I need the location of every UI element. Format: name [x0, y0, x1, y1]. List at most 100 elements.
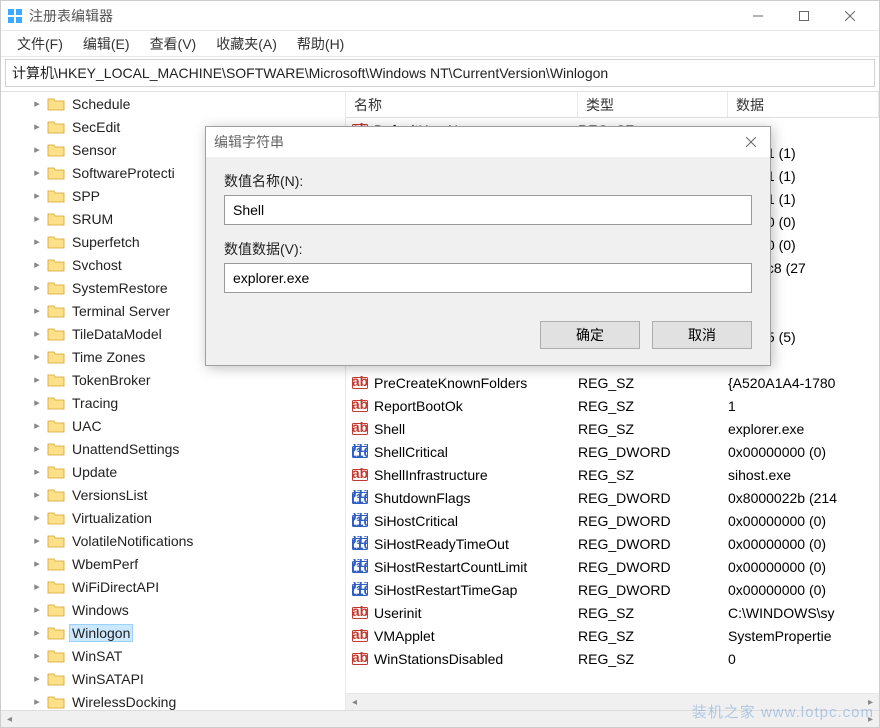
tree-item[interactable]: ▸Tracing	[1, 391, 345, 414]
chevron-right-icon[interactable]: ▸	[31, 442, 43, 455]
value-name: SiHostRestartCountLimit	[374, 559, 527, 575]
chevron-right-icon[interactable]: ▸	[31, 672, 43, 685]
tree-item[interactable]: ▸WinSAT	[1, 644, 345, 667]
menu-favorites[interactable]: 收藏夹(A)	[206, 32, 287, 56]
horizontal-scrollbar[interactable]: ◂ ▸	[346, 693, 879, 710]
value-type: REG_SZ	[578, 421, 634, 437]
dialog-body: 数值名称(N): 数值数据(V):	[206, 157, 770, 309]
scroll-right-icon[interactable]: ▸	[862, 694, 879, 710]
cancel-button[interactable]: 取消	[652, 321, 752, 349]
chevron-right-icon[interactable]: ▸	[31, 419, 43, 432]
list-row[interactable]: abVMAppletREG_SZSystemPropertie	[346, 624, 879, 647]
menubar: 文件(F) 编辑(E) 查看(V) 收藏夹(A) 帮助(H)	[1, 31, 879, 57]
chevron-right-icon[interactable]: ▸	[31, 350, 43, 363]
tree-horizontal-scrollbar[interactable]: ◂ ▸	[1, 710, 879, 727]
chevron-right-icon[interactable]: ▸	[31, 281, 43, 294]
chevron-right-icon[interactable]: ▸	[31, 557, 43, 570]
tree-item[interactable]: ▸Schedule	[1, 92, 345, 115]
window-title: 注册表编辑器	[29, 6, 113, 26]
chevron-right-icon[interactable]: ▸	[31, 212, 43, 225]
list-row[interactable]: 011110SiHostRestartCountLimitREG_DWORD0x…	[346, 555, 879, 578]
tree-item-label: SecEdit	[69, 118, 123, 136]
value-data-input[interactable]	[224, 263, 752, 293]
dialog-close-icon[interactable]	[740, 134, 762, 150]
tree-item[interactable]: ▸UAC	[1, 414, 345, 437]
chevron-right-icon[interactable]: ▸	[31, 649, 43, 662]
tree-item[interactable]: ▸WiFiDirectAPI	[1, 575, 345, 598]
tree-item[interactable]: ▸ Winlogon	[1, 621, 345, 644]
tree-item[interactable]: ▸VolatileNotifications	[1, 529, 345, 552]
tree-item[interactable]: ▸ Virtualization	[1, 506, 345, 529]
list-row[interactable]: abWinStationsDisabledREG_SZ0	[346, 647, 879, 670]
value-data: 0x00000000 (0)	[728, 513, 826, 529]
tree-item[interactable]: ▸WinSATAPI	[1, 667, 345, 690]
chevron-right-icon[interactable]: ▸	[31, 488, 43, 501]
svg-text:ab: ab	[352, 375, 368, 389]
chevron-right-icon[interactable]: ▸	[31, 603, 43, 616]
list-row[interactable]: 011110ShellCriticalREG_DWORD0x00000000 (…	[346, 440, 879, 463]
scroll-left-icon[interactable]: ◂	[1, 711, 18, 727]
value-name-input[interactable]	[224, 195, 752, 225]
list-row[interactable]: abShellInfrastructureREG_SZsihost.exe	[346, 463, 879, 486]
chevron-right-icon[interactable]: ▸	[31, 396, 43, 409]
chevron-right-icon[interactable]: ▸	[31, 465, 43, 478]
column-name[interactable]: 名称	[346, 92, 578, 117]
tree-item[interactable]: ▸TokenBroker	[1, 368, 345, 391]
list-row[interactable]: 011110SiHostRestartTimeGapREG_DWORD0x000…	[346, 578, 879, 601]
value-name: ShellCritical	[374, 444, 448, 460]
list-row[interactable]: abReportBootOkREG_SZ1	[346, 394, 879, 417]
tree-item-label: WirelessDocking	[69, 693, 179, 711]
close-button[interactable]	[827, 2, 873, 30]
chevron-right-icon[interactable]: ▸	[31, 373, 43, 386]
tree-item-label: SoftwareProtecti	[69, 164, 178, 182]
value-type: REG_SZ	[578, 467, 634, 483]
minimize-button[interactable]	[735, 2, 781, 30]
scroll-left-icon[interactable]: ◂	[346, 694, 363, 710]
dialog-title-text: 编辑字符串	[214, 132, 284, 152]
tree-item[interactable]: ▸UnattendSettings	[1, 437, 345, 460]
tree-item-label: Virtualization	[69, 509, 155, 527]
scroll-right-icon[interactable]: ▸	[862, 711, 879, 727]
list-row[interactable]: 011110ShutdownFlagsREG_DWORD0x8000022b (…	[346, 486, 879, 509]
menu-edit[interactable]: 编辑(E)	[73, 32, 140, 56]
column-type[interactable]: 类型	[578, 92, 728, 117]
chevron-right-icon[interactable]: ▸	[31, 304, 43, 317]
list-row[interactable]: abPreCreateKnownFoldersREG_SZ{A520A1A4-1…	[346, 371, 879, 394]
list-row[interactable]: abUserinitREG_SZC:\WINDOWS\sy	[346, 601, 879, 624]
tree-item[interactable]: ▸WbemPerf	[1, 552, 345, 575]
list-row[interactable]: abShellREG_SZexplorer.exe	[346, 417, 879, 440]
value-type: REG_DWORD	[578, 559, 671, 575]
value-name: Userinit	[374, 605, 421, 621]
address-bar[interactable]: 计算机\HKEY_LOCAL_MACHINE\SOFTWARE\Microsof…	[5, 59, 875, 87]
chevron-right-icon[interactable]: ▸	[31, 626, 43, 639]
menu-view[interactable]: 查看(V)	[140, 32, 207, 56]
maximize-button[interactable]	[781, 2, 827, 30]
chevron-right-icon[interactable]: ▸	[31, 511, 43, 524]
value-data: 1	[728, 398, 736, 414]
menu-file[interactable]: 文件(F)	[7, 32, 73, 56]
list-row[interactable]: 011110SiHostReadyTimeOutREG_DWORD0x00000…	[346, 532, 879, 555]
chevron-right-icon[interactable]: ▸	[31, 258, 43, 271]
tree-item[interactable]: ▸Windows	[1, 598, 345, 621]
svg-text:ab: ab	[352, 467, 368, 481]
ok-button[interactable]: 确定	[540, 321, 640, 349]
chevron-right-icon[interactable]: ▸	[31, 97, 43, 110]
chevron-right-icon[interactable]: ▸	[31, 189, 43, 202]
tree-item[interactable]: ▸ WirelessDocking	[1, 690, 345, 710]
tree-item[interactable]: ▸VersionsList	[1, 483, 345, 506]
chevron-right-icon[interactable]: ▸	[31, 235, 43, 248]
chevron-right-icon[interactable]: ▸	[31, 166, 43, 179]
column-data[interactable]: 数据	[728, 92, 879, 117]
tree-item-label: Time Zones	[69, 348, 148, 366]
tree-item-label: Winlogon	[69, 624, 133, 642]
value-type: REG_SZ	[578, 605, 634, 621]
chevron-right-icon[interactable]: ▸	[31, 143, 43, 156]
chevron-right-icon[interactable]: ▸	[31, 580, 43, 593]
tree-item[interactable]: ▸Update	[1, 460, 345, 483]
chevron-right-icon[interactable]: ▸	[31, 120, 43, 133]
chevron-right-icon[interactable]: ▸	[31, 534, 43, 547]
chevron-right-icon[interactable]: ▸	[31, 695, 43, 708]
chevron-right-icon[interactable]: ▸	[31, 327, 43, 340]
list-row[interactable]: 011110SiHostCriticalREG_DWORD0x00000000 …	[346, 509, 879, 532]
menu-help[interactable]: 帮助(H)	[287, 32, 354, 56]
